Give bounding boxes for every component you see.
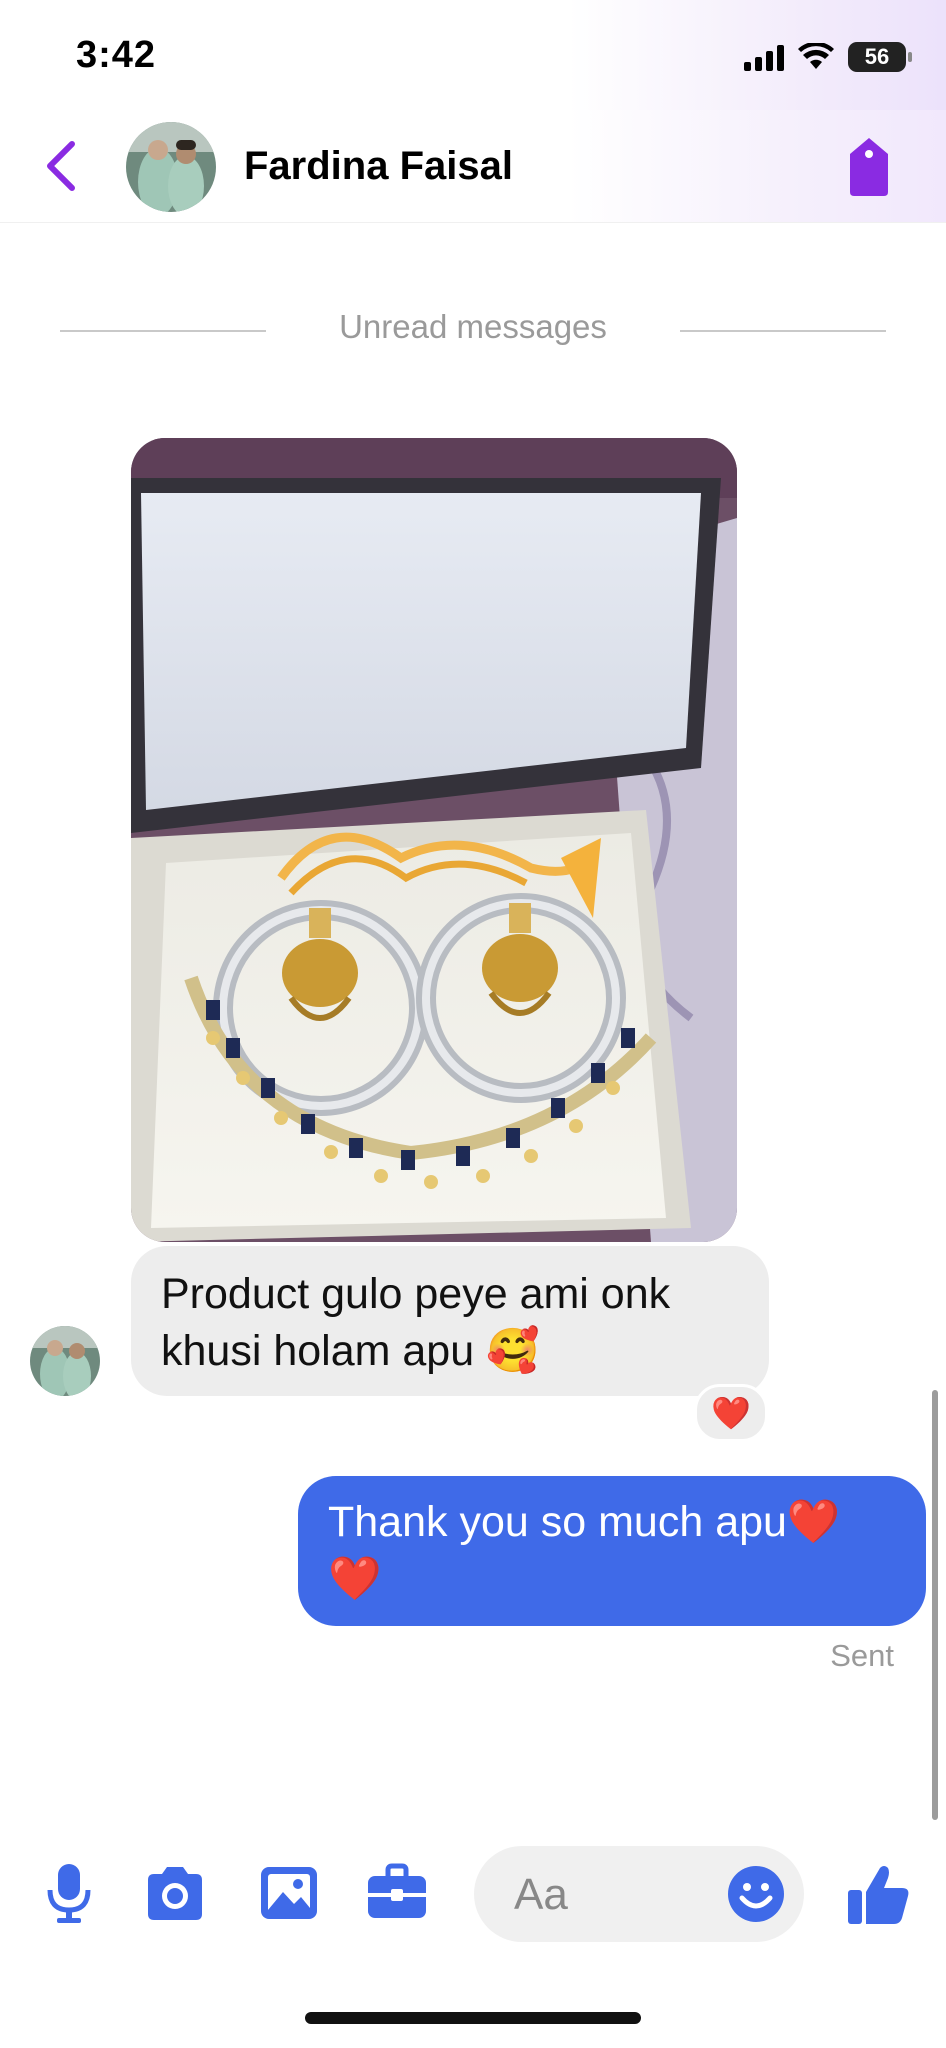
unread-messages-label: Unread messages (339, 308, 607, 345)
scrollbar[interactable] (932, 1390, 938, 1820)
tag-icon[interactable] (844, 136, 894, 198)
gallery-icon[interactable] (258, 1862, 320, 1924)
briefcase-icon[interactable] (366, 1862, 428, 1924)
thumbs-up-icon[interactable] (846, 1862, 912, 1928)
outgoing-message-bubble[interactable]: Thank you so much apu❤️ ❤️ (298, 1476, 926, 1626)
cellular-signal-icon (744, 43, 784, 71)
chat-header: Fardina Faisal (0, 110, 946, 223)
emoji-icon[interactable] (726, 1864, 786, 1924)
microphone-icon[interactable] (38, 1862, 100, 1924)
status-bar: 3:42 56 (0, 0, 946, 110)
sender-avatar[interactable] (30, 1326, 100, 1396)
message-input-placeholder: Aa (514, 1870, 568, 1919)
incoming-message-bubble[interactable]: Product gulo peye ami onk khusi holam ap… (131, 1246, 769, 1396)
photo-message-jewelry[interactable] (131, 438, 737, 1242)
contact-avatar[interactable] (126, 122, 216, 212)
back-arrow-icon[interactable] (40, 140, 84, 192)
divider-line-right (680, 330, 886, 332)
wifi-icon (798, 43, 834, 69)
contact-name[interactable]: Fardina Faisal (244, 144, 513, 189)
status-icons: 56 (744, 42, 912, 72)
heart-reaction-badge[interactable]: ❤️ (694, 1384, 768, 1442)
battery-icon: 56 (848, 42, 912, 72)
status-time: 3:42 (76, 34, 157, 76)
home-indicator[interactable] (305, 2012, 641, 2024)
message-status: Sent (830, 1638, 894, 1673)
message-input[interactable]: Aa (474, 1846, 804, 1942)
camera-icon[interactable] (144, 1862, 206, 1924)
